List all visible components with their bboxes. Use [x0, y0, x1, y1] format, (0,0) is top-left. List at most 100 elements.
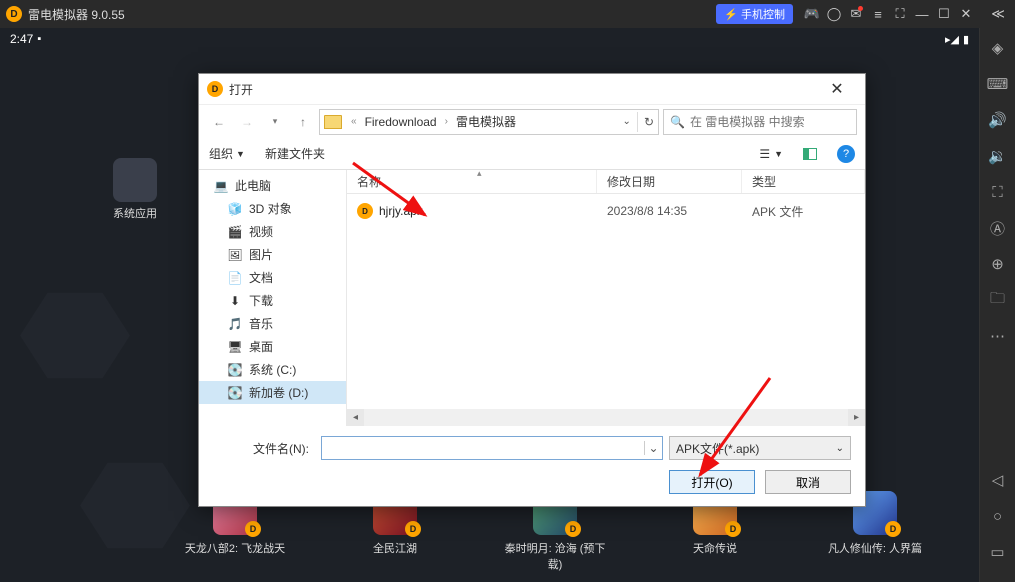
sidebar-item[interactable]: 💽新加卷 (D:): [199, 381, 346, 404]
sidebar-item[interactable]: 🖼图片: [199, 243, 346, 266]
cancel-button[interactable]: 取消: [765, 470, 851, 494]
breadcrumb[interactable]: « Firedownload › 雷电模拟器 ⌄ ↻: [319, 109, 659, 135]
sidebar-item[interactable]: ⬇ 下载: [199, 289, 346, 312]
file-type-filter[interactable]: APK文件(*.apk) ⌄: [669, 436, 851, 460]
file-type: APK 文件: [742, 203, 813, 220]
sidebar-item-label: 系统 (C:): [249, 361, 296, 378]
filename-input[interactable]: [322, 441, 644, 455]
locate-icon[interactable]: ◈: [984, 34, 1012, 62]
status-time: 2:47: [10, 32, 33, 46]
app-label: 天命传说: [693, 543, 737, 555]
sidebar-item-icon: 🖼: [227, 248, 243, 262]
filename-combo[interactable]: ⌄: [321, 436, 663, 460]
sidebar-item[interactable]: 🎬视频: [199, 220, 346, 243]
help-button[interactable]: ?: [837, 145, 855, 163]
file-row[interactable]: Dhjrjy.apk2023/8/8 14:35APK 文件: [347, 200, 865, 222]
phone-control-button[interactable]: ⚡ 手机控制: [716, 4, 793, 24]
mail-icon[interactable]: ✉: [845, 3, 867, 25]
caret-down-icon: ▼: [236, 149, 245, 159]
sidebar-item[interactable]: 🧊3D 对象: [199, 197, 346, 220]
new-folder-label: 新建文件夹: [265, 145, 325, 162]
app-label: 全民江湖: [373, 543, 417, 555]
refresh-icon[interactable]: Ⓐ: [984, 214, 1012, 242]
android-back-icon[interactable]: ◁: [984, 466, 1012, 494]
sidebar-item[interactable]: 🎵音乐: [199, 312, 346, 335]
filename-dropdown-icon[interactable]: ⌄: [644, 441, 662, 455]
dialog-close-button[interactable]: ✕: [817, 75, 857, 103]
sidebar-item-label: 下载: [249, 292, 273, 309]
fullscreen-icon[interactable]: ⛶: [889, 3, 911, 25]
bolt-icon: ⚡: [724, 8, 738, 21]
account-icon[interactable]: ◯: [823, 3, 845, 25]
nav-forward-button[interactable]: →: [235, 110, 259, 134]
install-apk-icon[interactable]: ⊕: [984, 250, 1012, 278]
volume-up-icon[interactable]: 🔊: [984, 106, 1012, 134]
organize-button[interactable]: 组织 ▼: [209, 145, 245, 162]
more-tools-icon[interactable]: ⋯: [984, 322, 1012, 350]
sidebar-item[interactable]: 📄文档: [199, 266, 346, 289]
android-home-icon[interactable]: ○: [984, 502, 1012, 530]
maximize-icon[interactable]: ☐: [933, 3, 955, 25]
sidebar-item-label: 3D 对象: [249, 200, 292, 217]
file-list-area: 名称 ▴ 修改日期 类型 Dhjrjy.apk2023/8/8 14:35APK…: [347, 170, 865, 426]
screenshot-icon[interactable]: ⛶: [984, 178, 1012, 206]
sidebar-item[interactable]: 💽系统 (C:): [199, 358, 346, 381]
wifi-icon: ▸◢: [945, 33, 959, 46]
nav-history-button[interactable]: ▾: [263, 110, 287, 134]
file-open-dialog: D 打开 ✕ ← → ▾ ↑ « Firedownload › 雷电模拟器 ⌄ …: [198, 73, 866, 507]
breadcrumb-segment[interactable]: Firedownload: [362, 113, 440, 131]
breadcrumb-segment[interactable]: 雷电模拟器: [453, 111, 519, 132]
shared-folder-icon[interactable]: 🗀: [984, 286, 1012, 314]
collapse-sidebar-icon[interactable]: ≪: [987, 3, 1009, 25]
scroll-right-icon[interactable]: ▸: [848, 409, 865, 426]
emulator-title-bar: D 雷电模拟器 9.0.55 ⚡ 手机控制 🎮 ◯ ✉ ≡ ⛶ — ☐ ✕ ≪: [0, 0, 1015, 28]
view-mode-button[interactable]: ☰▼: [759, 147, 783, 161]
sidebar-item-icon: 💽: [227, 386, 243, 400]
preview-pane-button[interactable]: [803, 148, 817, 160]
sidebar-item[interactable]: 🖥桌面: [199, 335, 346, 358]
system-apps-icon: [113, 158, 157, 202]
search-box[interactable]: 🔍: [663, 109, 857, 135]
dialog-nav-bar: ← → ▾ ↑ « Firedownload › 雷电模拟器 ⌄ ↻ 🔍: [199, 104, 865, 138]
column-date-header[interactable]: 修改日期: [597, 170, 742, 193]
dialog-title: 打开: [229, 81, 253, 98]
status-app-icon: ▪: [37, 33, 41, 45]
sidebar-item-icon: ⬇: [227, 294, 243, 308]
file-date: 2023/8/8 14:35: [597, 204, 742, 218]
nav-back-button[interactable]: ←: [207, 110, 231, 134]
list-view-icon: ☰: [759, 147, 770, 161]
dialog-sidebar: 💻此电脑🧊3D 对象🎬视频🖼图片📄文档⬇下载🎵音乐🖥桌面💽系统 (C:)💽新加卷…: [199, 170, 347, 426]
app-label: 凡人修仙传: 人界篇: [828, 543, 922, 555]
app-title: 雷电模拟器 9.0.55: [28, 6, 125, 23]
android-status-bar: 2:47 ▪ ▸◢ ▮: [0, 28, 979, 50]
close-emulator-icon[interactable]: ✕: [955, 3, 977, 25]
sort-indicator-icon: ▴: [477, 168, 482, 179]
android-recent-icon[interactable]: ▭: [984, 538, 1012, 566]
app-label: 天龙八部2: 飞龙战天: [185, 543, 285, 555]
emulator-side-toolbar: ◈ ⌨ 🔊 🔉 ⛶ Ⓐ ⊕ 🗀 ⋯ ◁ ○ ▭: [979, 28, 1015, 582]
column-name-header[interactable]: 名称: [347, 170, 597, 193]
horizontal-scrollbar[interactable]: ◂ ▸: [347, 409, 865, 426]
nav-up-button[interactable]: ↑: [291, 110, 315, 134]
sidebar-item[interactable]: 💻此电脑: [199, 174, 346, 197]
dialog-footer: 文件名(N): ⌄ APK文件(*.apk) ⌄ 打开(O) 取消: [199, 426, 865, 506]
caret-down-icon: ▼: [774, 149, 783, 159]
sidebar-item-icon: 💻: [213, 179, 229, 193]
breadcrumb-dropdown-icon[interactable]: ⌄: [623, 116, 631, 127]
scroll-left-icon[interactable]: ◂: [347, 409, 364, 426]
open-button[interactable]: 打开(O): [669, 470, 755, 494]
minimize-icon[interactable]: —: [911, 3, 933, 25]
new-folder-button[interactable]: 新建文件夹: [265, 145, 325, 162]
gamepad-icon[interactable]: 🎮: [801, 3, 823, 25]
column-type-header[interactable]: 类型: [742, 170, 865, 193]
battery-icon: ▮: [963, 33, 969, 46]
apk-file-icon: D: [357, 203, 373, 219]
search-input[interactable]: [690, 115, 850, 129]
menu-icon[interactable]: ≡: [867, 3, 889, 25]
dialog-toolbar: 组织 ▼ 新建文件夹 ☰▼ ?: [199, 138, 865, 170]
refresh-folder-icon[interactable]: ↻: [644, 115, 654, 129]
dialog-title-bar: D 打开 ✕: [199, 74, 865, 104]
system-apps-folder[interactable]: 系统应用: [100, 158, 170, 221]
volume-down-icon[interactable]: 🔉: [984, 142, 1012, 170]
keyboard-icon[interactable]: ⌨: [984, 70, 1012, 98]
